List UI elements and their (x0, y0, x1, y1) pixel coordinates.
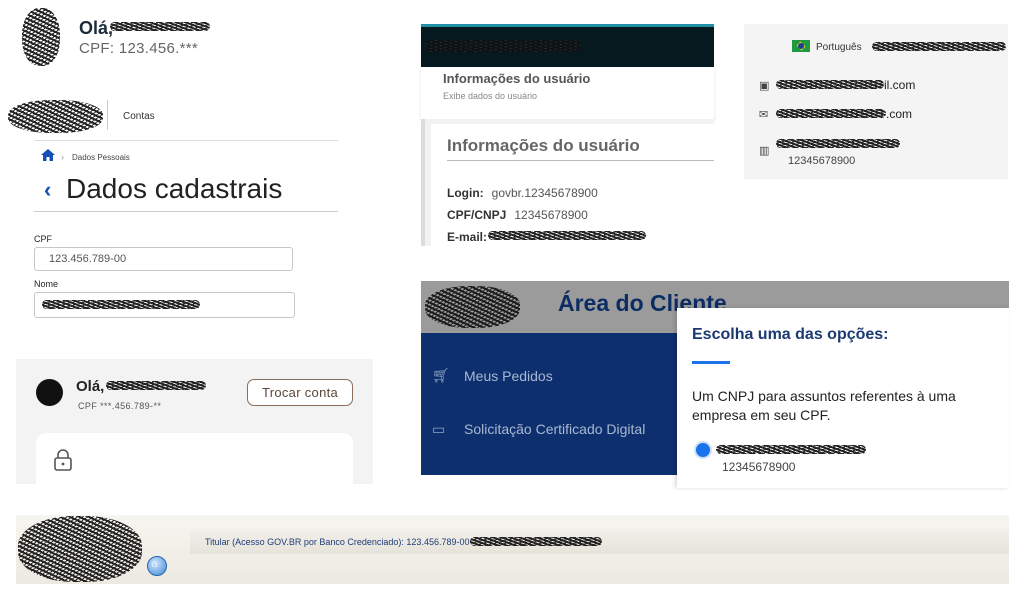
greeting: Olá, (79, 18, 114, 38)
divider (421, 119, 425, 246)
flag-globe (798, 43, 804, 49)
home-glyph: ⌂ (151, 558, 158, 570)
redacted-name (872, 42, 1006, 51)
modal-description: Um CNPJ para assuntos referentes à uma e… (692, 388, 956, 423)
avatar (36, 379, 63, 406)
card-icon: ▭ (432, 421, 446, 437)
login-row: Login: govbr.12345678900 (447, 186, 598, 200)
logo-redacted (425, 286, 520, 328)
breadcrumb[interactable]: Dados Pessoais (72, 153, 130, 162)
header-subtitle: Exibe dados do usuário (443, 91, 538, 101)
option-number: 12345678900 (722, 460, 796, 474)
chevron-right-icon: › (61, 152, 64, 162)
divider (34, 211, 338, 212)
cpf-label: CPF/CNPJ (447, 208, 507, 222)
page-title: Dados cadastrais (66, 173, 283, 204)
redacted-name (110, 22, 210, 31)
sidebar (421, 333, 677, 475)
name-label: Nome (34, 279, 59, 289)
cpf-value: 12345678900 (514, 208, 588, 222)
avatar-redacted (22, 8, 60, 66)
envelope-icon: ✉ (759, 109, 769, 121)
building-icon: ▥ (759, 145, 770, 157)
cpf-field[interactable]: 123.456.789-00 (34, 247, 293, 271)
contas-link[interactable]: Contas (123, 111, 155, 122)
divider (107, 100, 108, 130)
cpf-text: CPF: 123.456.*** (79, 40, 199, 57)
redacted-name (470, 537, 602, 546)
switch-account-button[interactable]: Trocar conta (247, 379, 353, 406)
login-label: Login: (447, 186, 484, 200)
divider (447, 160, 714, 161)
lock-icon (54, 449, 72, 471)
security-card (36, 433, 353, 484)
sidebar-item-certificate[interactable]: Solicitação Certificado Digital (464, 421, 645, 437)
org-number: 12345678900 (788, 155, 856, 167)
redacted-email (776, 80, 884, 89)
id-card-icon: ▣ (759, 80, 770, 92)
redacted-company (716, 445, 866, 454)
redacted-name (425, 40, 581, 52)
redacted-email (776, 109, 886, 118)
redacted-org (776, 139, 900, 148)
logo-redacted (18, 516, 142, 582)
redacted-name (42, 300, 200, 309)
email-suffix: il.com (884, 78, 916, 92)
email-label: E-mail: (447, 230, 488, 244)
logo-redacted (8, 100, 103, 133)
holder-text: Titular (Acesso GOV.BR por Banco Credenc… (205, 537, 470, 547)
home-icon[interactable] (41, 149, 55, 161)
login-value: govbr.12345678900 (491, 186, 598, 200)
cpf-text: CPF ***.456.789-** (78, 401, 162, 411)
cart-icon: 🛒︎ (432, 367, 450, 383)
cpf-row: CPF/CNPJ 12345678900 (447, 208, 588, 222)
divider (34, 140, 338, 141)
cpf-label: CPF (34, 234, 52, 244)
sidebar-item-orders[interactable]: Meus Pedidos (464, 368, 553, 384)
greeting: Olá, (76, 378, 105, 395)
modal-title: Escolha uma das opções: (692, 326, 889, 343)
redacted-name (106, 381, 206, 390)
header-title: Informações do usuário (443, 71, 591, 86)
section-title: Informações do usuário (447, 136, 640, 155)
title-underline (692, 361, 730, 364)
option-radio[interactable] (694, 441, 712, 459)
chevron-left-icon[interactable]: ‹ (44, 177, 51, 203)
email-suffix: .com (886, 107, 913, 121)
language-selector[interactable]: Português (816, 42, 862, 53)
redacted-email (488, 231, 646, 240)
